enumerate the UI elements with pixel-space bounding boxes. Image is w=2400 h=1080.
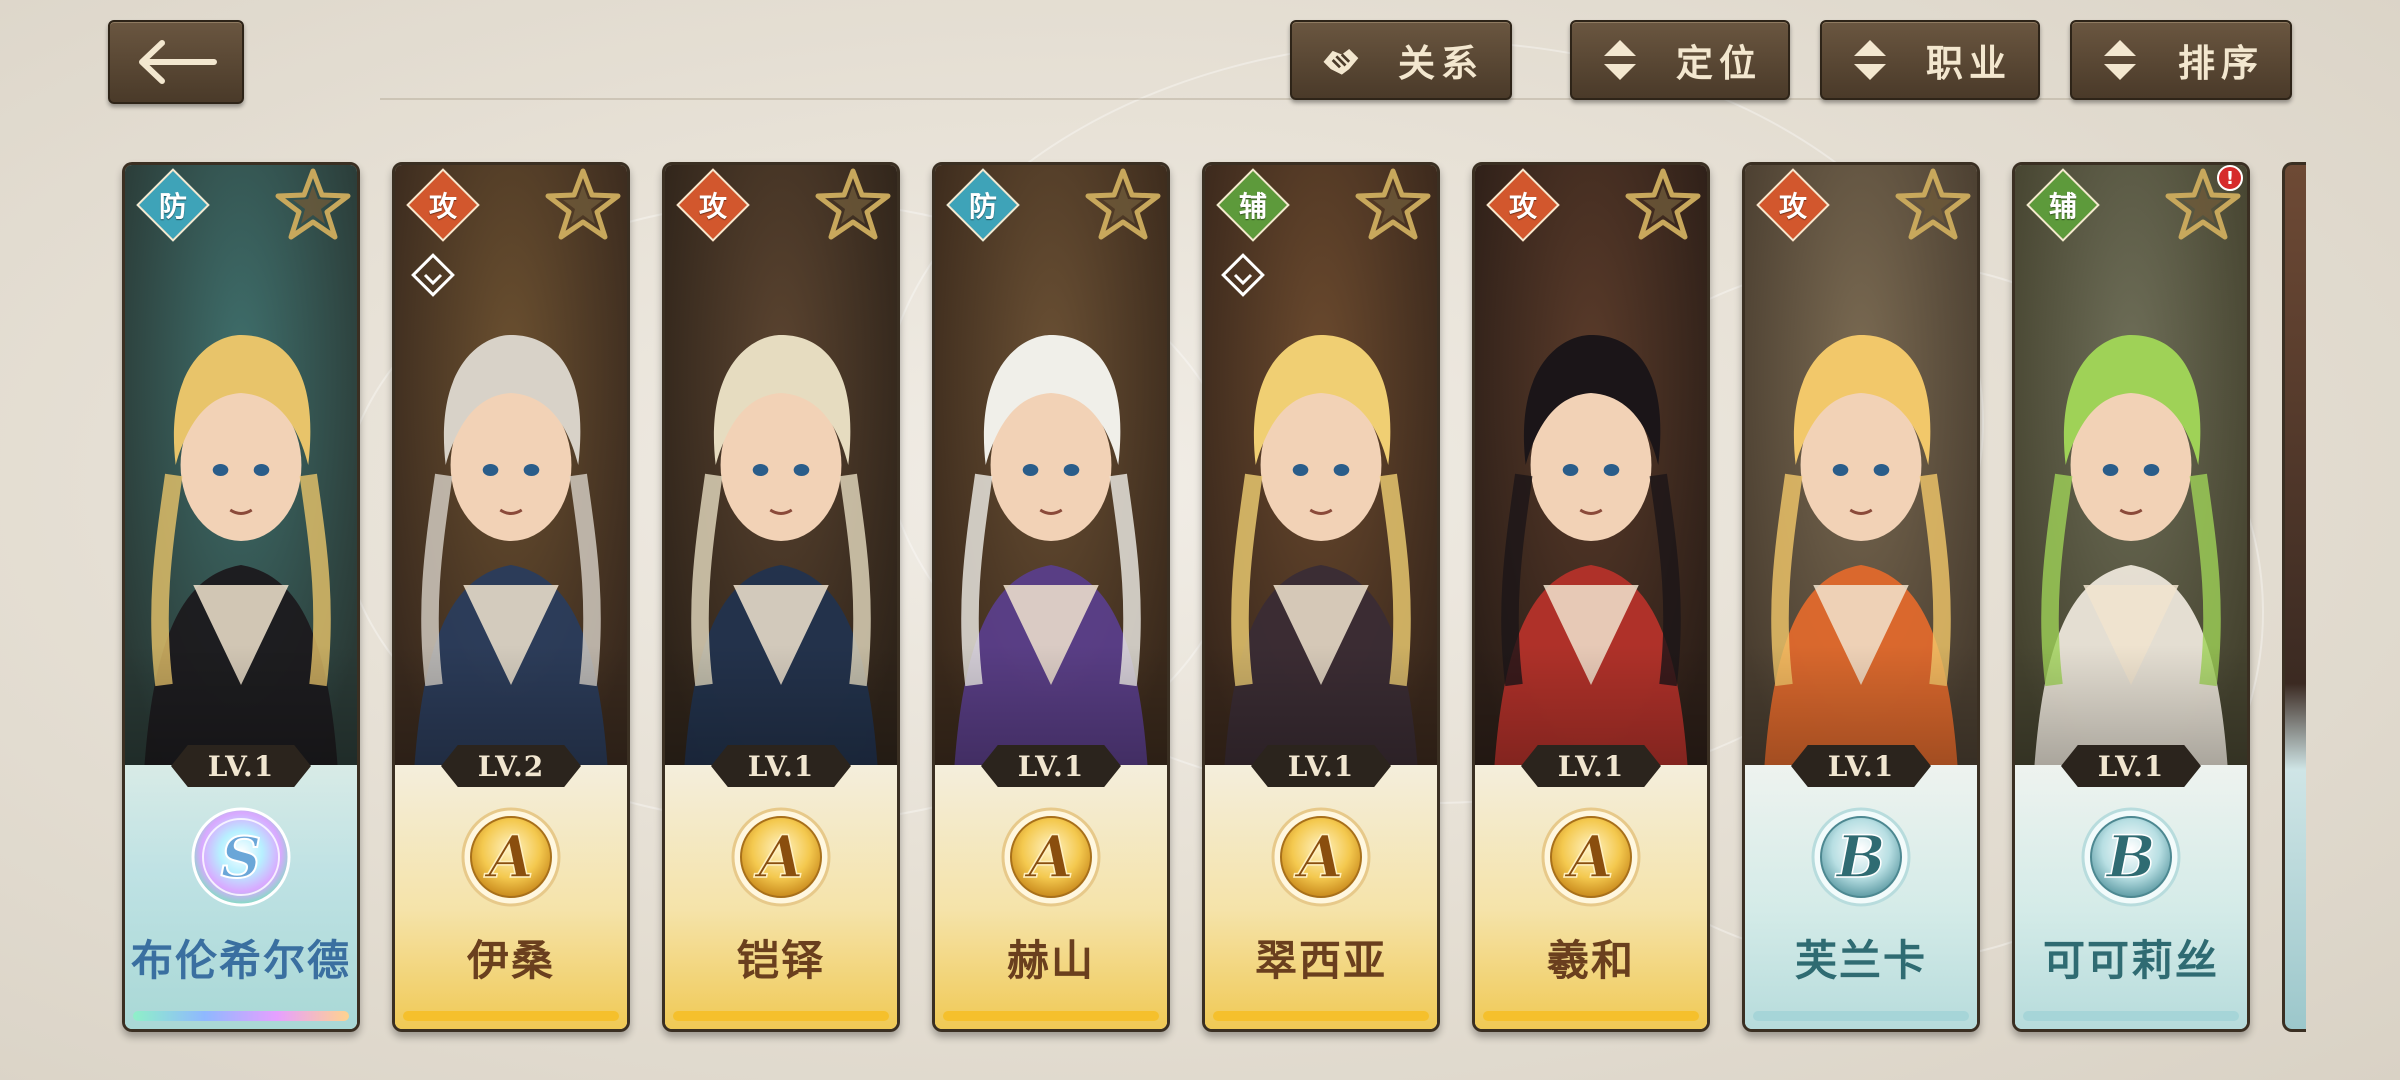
alert-badge: !: [2217, 165, 2243, 191]
character-card[interactable]: 辅 LV.1 A 翠西亚: [1202, 162, 1440, 1032]
handshake-icon: [1318, 35, 1362, 85]
rank-a-icon: A: [729, 805, 833, 909]
character-card[interactable]: 防 LV.1 S 布伦希尔德: [122, 162, 360, 1032]
character-portrait: [935, 165, 1167, 765]
star-icon: [1085, 168, 1161, 240]
role-label: 攻: [1508, 190, 1537, 223]
relation-label: 关系: [1398, 42, 1484, 85]
star-icon: [1355, 168, 1431, 240]
relation-button[interactable]: 关系: [1290, 20, 1512, 100]
star-icon: [1895, 168, 1971, 240]
character-card[interactable]: 攻 LV.1 A 铠铎: [662, 162, 900, 1032]
role-label: 攻: [1778, 190, 1807, 223]
role-label: 辅: [2048, 190, 2077, 223]
character-card[interactable]: 辅 ! LV.1 B 可可莉丝: [2012, 162, 2250, 1032]
svg-text:A: A: [1293, 823, 1343, 891]
character-name: 铠铎: [736, 936, 825, 985]
character-name: 布伦希尔德: [130, 936, 351, 985]
star-icon: [815, 168, 891, 240]
level-label: LV.1: [2061, 745, 2201, 787]
position-label: 定位: [1676, 42, 1762, 85]
character-card[interactable]: 防 LV.1 A 赫山: [932, 162, 1170, 1032]
card-bottom-bar: [133, 1011, 349, 1021]
back-arrow-icon: [139, 40, 217, 84]
rank-a-icon: A: [1539, 805, 1643, 909]
sort-arrows-icon: [2098, 35, 2142, 85]
card-bottom-bar: [943, 1011, 1159, 1021]
star-icon: [1625, 168, 1701, 240]
character-portrait: [1475, 165, 1707, 765]
star-icon: [275, 168, 351, 240]
class-sort-button[interactable]: 职业: [1820, 20, 2040, 100]
level-label: LV.1: [1791, 745, 1931, 787]
level-label: LV.1: [171, 745, 311, 787]
character-name: 赫山: [1006, 936, 1095, 985]
character-name: 伊桑: [466, 936, 555, 985]
svg-text:A: A: [1023, 823, 1073, 891]
character-portrait: [125, 165, 357, 765]
order-label: 排序: [2178, 42, 2264, 85]
character-name: 翠西亚: [1254, 936, 1387, 985]
rank-a-icon: A: [1269, 805, 1373, 909]
position-sort-button[interactable]: 定位: [1570, 20, 1790, 100]
link-icon: [1221, 253, 1265, 297]
character-name: 芙兰卡: [1794, 936, 1927, 985]
role-label: 防: [158, 190, 187, 223]
svg-text:B: B: [1834, 823, 1885, 891]
svg-text:A: A: [753, 823, 803, 891]
rank-b-icon: B: [2079, 805, 2183, 909]
class-label: 职业: [1926, 42, 2012, 85]
svg-text:B: B: [2104, 823, 2155, 891]
character-card[interactable]: 攻 LV.2 A 伊桑: [392, 162, 630, 1032]
svg-text:A: A: [483, 823, 533, 891]
card-bottom-bar: [403, 1011, 619, 1021]
card-bottom-bar: [673, 1011, 889, 1021]
role-label: 攻: [698, 190, 727, 223]
rank-b-icon: B: [1809, 805, 1913, 909]
character-portrait: [2015, 165, 2247, 765]
order-sort-button[interactable]: 排序: [2070, 20, 2292, 100]
role-label: 辅: [1238, 190, 1267, 223]
level-label: LV.1: [981, 745, 1121, 787]
card-bottom-bar: [1753, 1011, 1969, 1021]
rank-s-icon: S: [189, 805, 293, 909]
card-bottom-bar: [1213, 1011, 1429, 1021]
rank-a-icon: A: [459, 805, 563, 909]
level-label: LV.1: [1521, 745, 1661, 787]
sort-arrows-icon: [1598, 35, 1642, 85]
character-name: 可可莉丝: [2042, 936, 2219, 985]
card-bottom-bar: [2023, 1011, 2239, 1021]
character-portrait: [1745, 165, 1977, 765]
character-card-partial[interactable]: [2282, 162, 2306, 1032]
character-card[interactable]: 攻 LV.1 B 芙兰卡: [1742, 162, 1980, 1032]
level-label: LV.1: [711, 745, 851, 787]
card-bottom-bar: [1483, 1011, 1699, 1021]
rank-a-icon: A: [999, 805, 1103, 909]
svg-text:S: S: [221, 825, 261, 891]
sort-arrows-icon: [1848, 35, 1892, 85]
star-icon: [545, 168, 621, 240]
character-portrait: [665, 165, 897, 765]
character-card[interactable]: 攻 LV.1 A 羲和: [1472, 162, 1710, 1032]
role-label: 防: [968, 190, 997, 223]
level-label: LV.2: [441, 745, 581, 787]
character-name: 羲和: [1546, 936, 1635, 985]
svg-text:A: A: [1563, 823, 1613, 891]
back-button[interactable]: [108, 20, 244, 104]
link-icon: [411, 253, 455, 297]
level-label: LV.1: [1251, 745, 1391, 787]
role-label: 攻: [428, 190, 457, 223]
